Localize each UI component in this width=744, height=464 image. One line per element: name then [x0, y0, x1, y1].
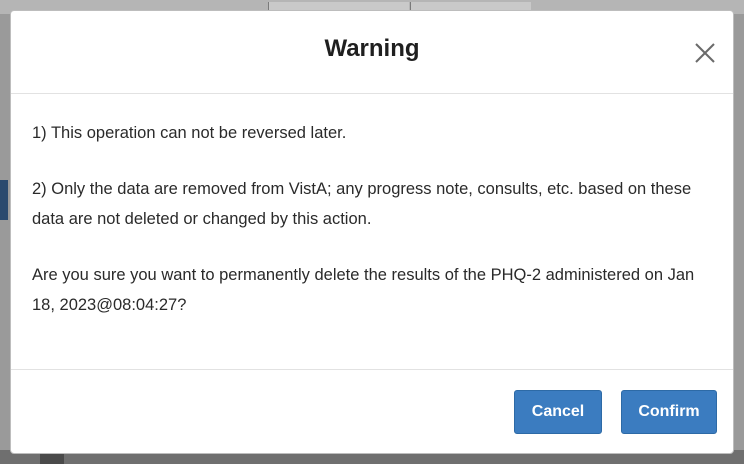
warning-dialog: Warning 1) This operation can not be rev…	[10, 10, 734, 454]
cancel-button[interactable]: Cancel	[514, 390, 602, 434]
dialog-header: Warning	[11, 11, 733, 94]
confirm-button[interactable]: Confirm	[621, 390, 717, 434]
dialog-body: 1) This operation can not be reversed la…	[32, 118, 713, 320]
warning-data-scope-text: 2) Only the data are removed from VistA;…	[32, 180, 692, 228]
dialog-title: Warning	[324, 35, 420, 62]
background-sidebar-edge	[0, 180, 8, 220]
dialog-footer: Cancel Confirm	[11, 369, 733, 453]
close-button[interactable]	[693, 41, 717, 65]
close-icon	[695, 43, 715, 63]
delete-confirmation-question: Are you sure you want to permanently del…	[32, 266, 695, 314]
warning-irreversible-text: 1) This operation can not be reversed la…	[32, 124, 347, 142]
